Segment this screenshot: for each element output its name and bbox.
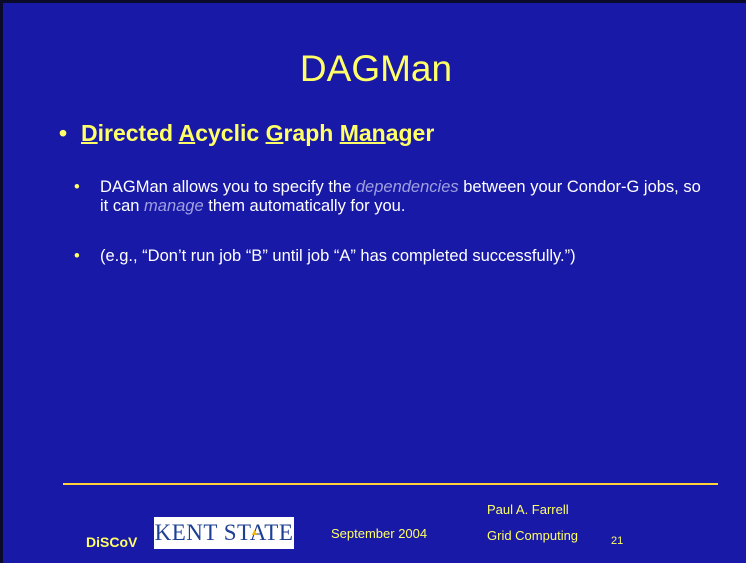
bullet-text: DAGMan allows you to specify the <box>100 178 356 196</box>
heading-part: irected <box>97 120 179 146</box>
star-icon: ▲ <box>250 527 260 537</box>
bullet-item: • DAGMan allows you to specify the depen… <box>74 178 707 216</box>
slide-title: DAGMan <box>299 48 453 89</box>
footer-author: Paul A. Farrell <box>487 502 569 517</box>
bullet-icon: • <box>59 120 68 146</box>
slide-heading: • Directed Acyclic Graph Manager <box>59 118 435 148</box>
heading-part: cyclic <box>195 120 266 146</box>
emphasis-text: dependencies <box>355 178 459 196</box>
heading-part: G <box>265 120 284 146</box>
bullet-icon: • <box>74 178 80 196</box>
heading-part: A <box>178 120 196 146</box>
discov-logo: DiSCoV <box>86 534 138 550</box>
footer-course: Grid Computing <box>487 528 579 543</box>
footer-date: September 2004 <box>331 526 428 541</box>
bullet-text: (e.g., “Don’t run job “B” until job “A” … <box>100 247 576 265</box>
kent-state-logo: KENT STATE ▲ <box>154 517 294 549</box>
heading-part: D <box>81 120 98 146</box>
heading-part: Man <box>339 120 386 146</box>
emphasis-text: manage <box>144 197 204 215</box>
footer-divider <box>63 483 718 485</box>
bullet-item: • (e.g., “Don’t run job “B” until job “A… <box>74 247 707 266</box>
kent-state-logo-text: KENT STATE <box>154 520 294 545</box>
bullet-icon: • <box>74 247 80 265</box>
heading-part: ager <box>385 120 435 146</box>
heading-part: raph <box>283 120 340 146</box>
slide: DAGMan • Directed Acyclic Graph Manager … <box>0 0 746 563</box>
bullet-list: • DAGMan allows you to specify the depen… <box>74 178 707 297</box>
page-number: 21 <box>611 535 624 547</box>
bullet-text: them automatically for you. <box>203 197 406 215</box>
